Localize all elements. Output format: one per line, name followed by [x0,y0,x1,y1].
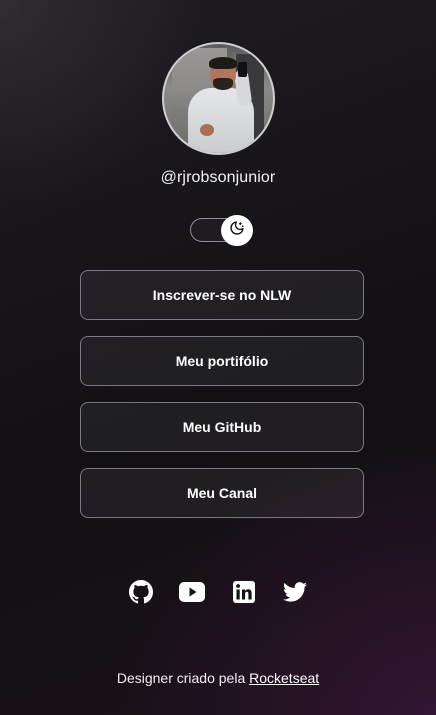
twitter-link[interactable] [282,581,308,607]
portfolio-button[interactable]: Meu portifólio [80,336,364,386]
github-button[interactable]: Meu GitHub [80,402,364,452]
github-icon [129,579,153,609]
profile: @rjrobsonjunior [0,42,436,187]
subscribe-nlw-button[interactable]: Inscrever-se no NLW [80,270,364,320]
links-list: Inscrever-se no NLW Meu portifólio Meu G… [80,270,364,534]
linkedin-link[interactable] [231,580,257,608]
footer: Designer criado pela Rocketseat [0,670,436,686]
youtube-icon [179,581,206,607]
avatar [161,42,275,155]
list-item: Meu GitHub [80,402,364,452]
switch-knob[interactable] [221,215,253,246]
github-link[interactable] [128,579,154,609]
username: @rjrobsonjunior [160,169,276,186]
theme-toggle-switch[interactable] [190,215,256,246]
youtube-link[interactable] [179,581,206,607]
twitter-icon [282,581,307,607]
list-item: Meu portifólio [80,336,364,386]
list-item: Inscrever-se no NLW [80,270,364,320]
list-item: Meu Canal [80,468,364,518]
footer-text: Designer criado pela [116,670,250,686]
rocketseat-link[interactable]: Rocketseat [249,670,319,686]
social-links [118,579,318,609]
channel-button[interactable]: Meu Canal [80,468,364,518]
linkedin-icon [232,580,255,608]
moon-icon [229,220,245,241]
